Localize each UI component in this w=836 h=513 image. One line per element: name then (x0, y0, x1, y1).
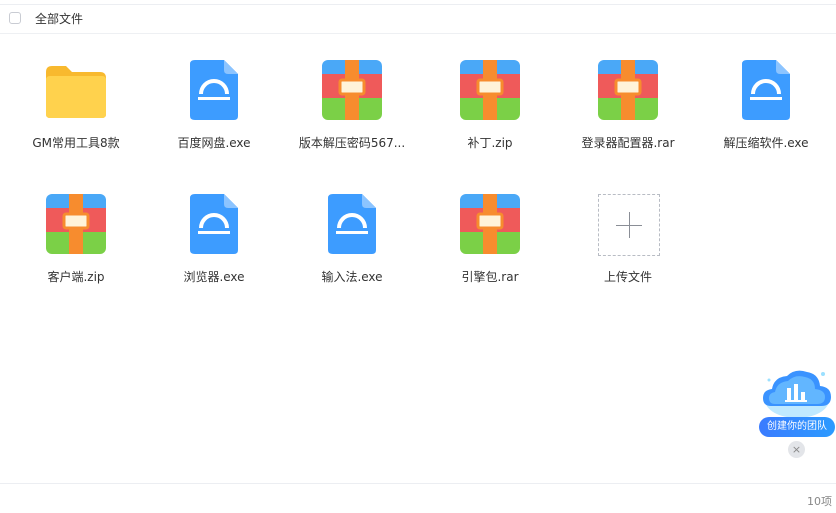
exe-icon (322, 194, 382, 254)
file-name: 版本解压密码567... (298, 136, 406, 150)
file-item[interactable]: 解压缩软件.exe (706, 60, 826, 170)
file-name: 百度网盘.exe (177, 136, 251, 150)
file-name: 补丁.zip (467, 136, 513, 150)
exe-icon (184, 194, 244, 254)
file-name: 登录器配置器.rar (581, 136, 675, 150)
plus-icon (598, 194, 660, 256)
file-name: GM常用工具8款 (32, 136, 120, 150)
item-count: 10项 (807, 495, 832, 508)
file-item[interactable]: 引擎包.rar (430, 194, 550, 304)
file-name: 引擎包.rar (461, 270, 519, 284)
file-item[interactable]: 版本解压密码567... (292, 60, 412, 170)
file-item[interactable]: 浏览器.exe (154, 194, 274, 304)
file-grid: GM常用工具8款 百度网盘.exe 版本解压密码567... 补丁.zip 登录… (0, 0, 836, 480)
file-item[interactable]: 客户端.zip (16, 194, 136, 304)
archive-icon (460, 194, 520, 254)
file-item[interactable]: 登录器配置器.rar (568, 60, 688, 170)
create-team-label[interactable]: 创建你的团队 (759, 417, 835, 437)
file-item[interactable]: 百度网盘.exe (154, 60, 274, 170)
close-icon[interactable]: × (788, 441, 805, 458)
exe-icon (184, 60, 244, 120)
archive-icon (460, 60, 520, 120)
archive-icon (322, 60, 382, 120)
create-team-promo[interactable]: 创建你的团队 × (757, 362, 836, 462)
exe-icon (736, 60, 796, 120)
upload-box[interactable] (598, 194, 660, 256)
folder-icon (46, 60, 106, 120)
archive-icon (46, 194, 106, 254)
archive-icon (598, 60, 658, 120)
status-bar: 10项 (0, 483, 836, 513)
file-name: 输入法.exe (321, 270, 383, 284)
file-item[interactable]: GM常用工具8款 (16, 60, 136, 170)
file-item[interactable]: 输入法.exe (292, 194, 412, 304)
cloud-chart-icon (763, 370, 831, 418)
file-name: 解压缩软件.exe (723, 136, 809, 150)
upload-label: 上传文件 (603, 270, 652, 284)
file-name: 浏览器.exe (183, 270, 245, 284)
file-name: 客户端.zip (47, 270, 105, 284)
file-item[interactable]: 补丁.zip (430, 60, 550, 170)
upload-file-button[interactable]: 上传文件 (568, 194, 688, 304)
